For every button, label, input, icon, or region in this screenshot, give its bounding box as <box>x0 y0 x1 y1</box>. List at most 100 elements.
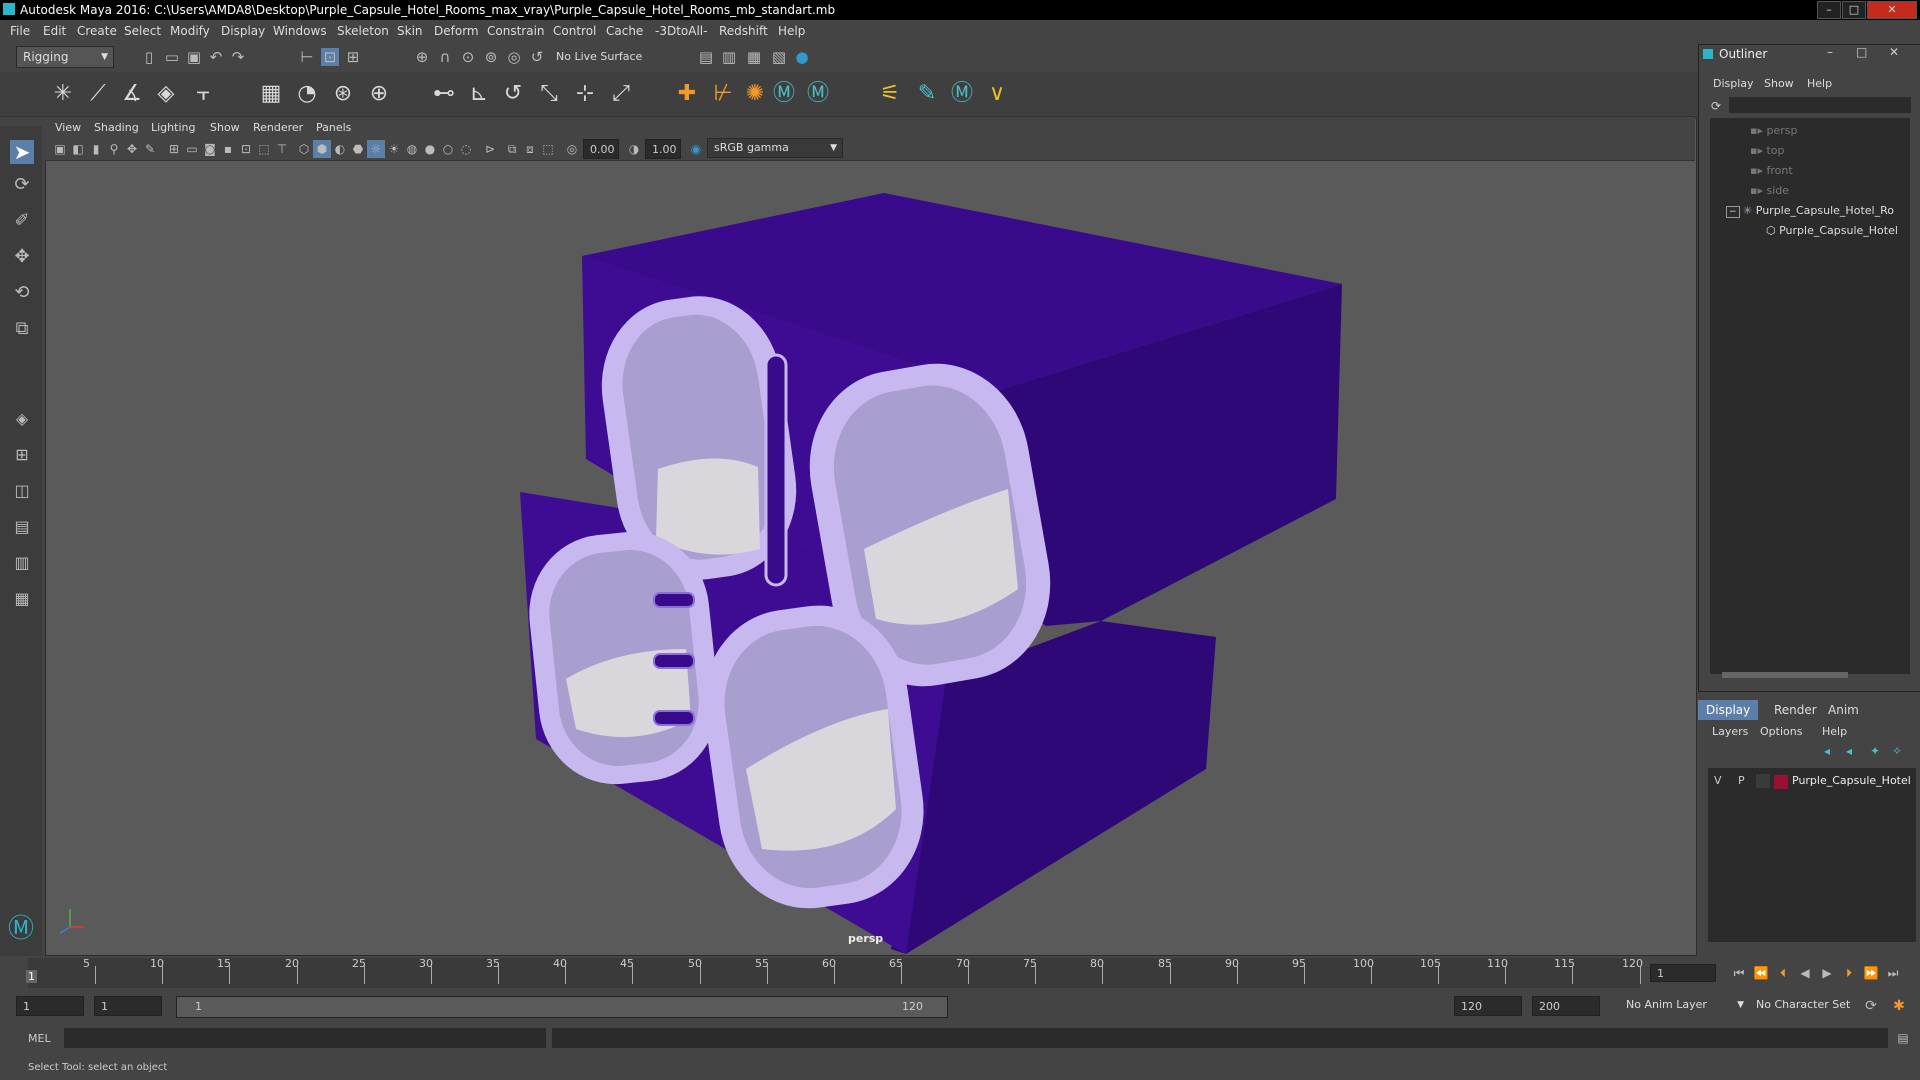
auto-key-icon[interactable]: ⟳ <box>1862 997 1880 1015</box>
outliner-item-mesh[interactable]: ⬡ Purple_Capsule_Hotel <box>1766 224 1898 237</box>
outliner-horizontal-scrollbar[interactable] <box>1722 672 1848 678</box>
animation-end-field[interactable]: 200 <box>1532 996 1600 1016</box>
viewport-3d[interactable]: persp <box>45 118 1697 956</box>
star-tool-icon[interactable]: ✺ <box>741 80 769 108</box>
ik-spline-icon[interactable]: ∡ <box>118 80 146 108</box>
camera-attr-icon[interactable]: ◧ <box>69 140 87 158</box>
point-constraint-icon[interactable]: ⊷ <box>430 80 458 108</box>
layer-row[interactable]: V P Purple_Capsule_Hotel <box>1708 772 1916 790</box>
resolution-gate-icon[interactable]: ◙ <box>201 140 219 158</box>
layer-menu-help[interactable]: Help <box>1822 725 1847 738</box>
menu-skeleton[interactable]: Skeleton <box>337 24 389 38</box>
viewport-menu-view[interactable]: View <box>55 121 81 134</box>
select-object-icon[interactable]: ⊡ <box>321 48 339 66</box>
snap-surface-icon[interactable]: ◎ <box>505 48 523 66</box>
go-to-end-icon[interactable]: ⏭ <box>1884 964 1902 982</box>
xray-components-icon[interactable]: ⬚ <box>539 140 557 158</box>
outliner-item-front[interactable]: ▪▸ front <box>1750 164 1793 177</box>
viewport-menu-renderer[interactable]: Renderer <box>253 121 303 134</box>
image-plane-icon[interactable]: ⚲ <box>105 140 123 158</box>
layer-playback-toggle[interactable]: P <box>1738 774 1745 787</box>
menu-redshift[interactable]: Redshift <box>719 24 768 38</box>
playback-start-field[interactable]: 1 <box>94 996 162 1016</box>
collapse-icon[interactable]: − <box>1726 206 1740 218</box>
undo-icon[interactable]: ↶ <box>207 48 225 66</box>
color-management-icon[interactable]: ◉ <box>687 140 705 158</box>
step-forward-key-icon[interactable]: ⏩ <box>1862 964 1880 982</box>
script-editor-icon[interactable]: ▤ <box>1894 1029 1912 1047</box>
two-view-icon[interactable]: ◫ <box>10 482 34 506</box>
snap-grid-icon[interactable]: ⊕ <box>413 48 431 66</box>
rivet-icon[interactable]: ⊬ <box>709 80 737 108</box>
xray-icon[interactable]: ⧉ <box>503 140 521 158</box>
current-frame-field[interactable]: 1 <box>1650 964 1716 982</box>
rotate-tool-icon[interactable]: ⟲ <box>10 284 34 308</box>
exposure-field[interactable]: 0.00 <box>583 139 619 159</box>
maya-tool-b-icon[interactable]: Ⓜ <box>804 80 832 108</box>
bind-skin-icon[interactable]: ◈ <box>152 80 180 108</box>
outliner-menu-show[interactable]: Show <box>1764 77 1794 90</box>
maximize-button[interactable]: □ <box>1842 1 1866 19</box>
maya-tool-a-icon[interactable]: Ⓜ <box>770 80 798 108</box>
depth-of-field-icon[interactable]: ◌ <box>457 140 475 158</box>
playback-end-field[interactable]: 120 <box>1454 996 1522 1016</box>
gamma-field[interactable]: 1.00 <box>645 139 681 159</box>
anim-layer-selector[interactable]: No Anim Layer ▼ <box>1620 995 1746 1017</box>
outliner-close-button[interactable]: ✕ <box>1889 45 1899 59</box>
viewport-menu-panels[interactable]: Panels <box>316 121 351 134</box>
camera-select-icon[interactable]: ▣ <box>51 140 69 158</box>
scale-constraint-icon[interactable]: ⤡ <box>535 80 563 108</box>
four-view-icon[interactable]: ⊞ <box>10 446 34 470</box>
xray-joints-icon[interactable]: ⧈ <box>521 140 539 158</box>
maya-tool-c-icon[interactable]: Ⓜ <box>948 80 976 108</box>
viewport-menu-show[interactable]: Show <box>210 121 240 134</box>
wireframe-icon[interactable]: ⬡ <box>295 140 313 158</box>
outliner-maximize-button[interactable]: □ <box>1856 45 1867 59</box>
outliner-item-side[interactable]: ▪▸ side <box>1750 184 1789 197</box>
outliner-item-persp[interactable]: ▪▸ persp <box>1750 124 1797 137</box>
snap-curve-icon[interactable]: ∩ <box>436 48 454 66</box>
select-component-icon[interactable]: ⊞ <box>344 48 362 66</box>
move-tool-icon[interactable]: ✥ <box>10 248 34 272</box>
outliner-filter-icon[interactable]: ⟳ <box>1711 99 1721 113</box>
hypershade-layout-icon[interactable]: ▦ <box>10 590 34 614</box>
step-forward-frame-icon[interactable]: ⏵ <box>1840 964 1858 982</box>
menu-modify[interactable]: Modify <box>170 24 210 38</box>
aim-constraint-icon[interactable]: ⊾ <box>465 80 493 108</box>
go-to-start-icon[interactable]: ⏮ <box>1730 964 1748 982</box>
tab-display[interactable]: Display <box>1698 700 1759 720</box>
snap-point-icon[interactable]: ⊙ <box>459 48 477 66</box>
grease-pencil-icon[interactable]: ✎ <box>141 140 159 158</box>
exposure-icon[interactable]: ◎ <box>563 140 581 158</box>
layer-name[interactable]: Purple_Capsule_Hotel <box>1792 774 1911 787</box>
hypershade-icon[interactable]: ● <box>793 48 811 66</box>
wrap-icon[interactable]: ⊛ <box>329 80 357 108</box>
scale-tool-icon[interactable]: ⧉ <box>10 320 34 344</box>
field-chart-icon[interactable]: ⊡ <box>237 140 255 158</box>
two-d-pan-icon[interactable]: ✥ <box>123 140 141 158</box>
menu-edit[interactable]: Edit <box>43 24 66 38</box>
shadows-icon[interactable]: ☀ <box>385 140 403 158</box>
locator-icon[interactable]: ✚ <box>673 80 701 108</box>
safe-action-icon[interactable]: ⬚ <box>255 140 273 158</box>
mode-selector[interactable]: Rigging ▼ <box>16 46 114 68</box>
cluster-icon[interactable]: ◔ <box>293 80 321 108</box>
preferences-icon[interactable]: ✱ <box>1890 997 1908 1015</box>
range-slider[interactable]: 1 120 <box>176 996 948 1018</box>
gamma-icon[interactable]: ◑ <box>625 140 643 158</box>
play-forwards-icon[interactable]: ▶ <box>1818 964 1836 982</box>
outliner-layout-icon[interactable]: ▤ <box>10 518 34 542</box>
gate-mask-icon[interactable]: ▪ <box>219 140 237 158</box>
motion-blur-icon[interactable]: ● <box>421 140 439 158</box>
play-backwards-icon[interactable]: ◀ <box>1796 964 1814 982</box>
menu-3dtoall[interactable]: -3DtoAll- <box>655 24 707 38</box>
lattice-icon[interactable]: ▦ <box>257 80 285 108</box>
ik-handle-icon[interactable]: ⟋ <box>84 80 112 108</box>
pole-vector-icon[interactable]: ⤢ <box>607 80 635 108</box>
paint-select-icon[interactable]: ✐ <box>10 212 34 236</box>
render-settings-icon[interactable]: ▤ <box>697 48 715 66</box>
menu-create[interactable]: Create <box>77 24 117 38</box>
wire-icon[interactable]: ⊕ <box>365 80 393 108</box>
wireframe-on-shaded-icon[interactable]: ◐ <box>331 140 349 158</box>
close-button[interactable]: ✕ <box>1867 1 1917 19</box>
